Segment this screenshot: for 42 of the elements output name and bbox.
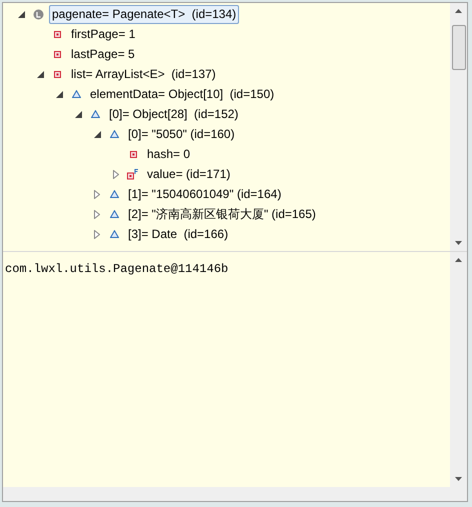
tree-item[interactable]: hash= 0 bbox=[144, 144, 194, 164]
field-triangle-icon bbox=[90, 110, 100, 118]
private-field-icon bbox=[130, 150, 136, 158]
tree-item[interactable]: [1]= "15040601049" (id=164) bbox=[125, 184, 284, 204]
private-field-icon bbox=[54, 30, 60, 38]
field-triangle-icon bbox=[72, 90, 80, 98]
tree-item[interactable]: [3]= Date (id=166) bbox=[125, 224, 232, 244]
scroll-up-icon[interactable] bbox=[455, 258, 462, 262]
tree-item[interactable]: value= (id=171) bbox=[144, 164, 234, 184]
field-triangle-icon bbox=[110, 130, 118, 138]
collapse-toggle-icon[interactable] bbox=[36, 70, 44, 78]
scrollbar-thumb[interactable] bbox=[452, 25, 466, 70]
collapse-toggle-icon[interactable] bbox=[18, 10, 24, 18]
expand-toggle-icon[interactable] bbox=[94, 210, 100, 218]
collapse-toggle-icon[interactable] bbox=[74, 110, 82, 118]
expand-toggle-icon[interactable] bbox=[94, 190, 100, 198]
collapse-toggle-icon[interactable] bbox=[94, 130, 100, 138]
vertical-scrollbar[interactable] bbox=[450, 252, 467, 487]
tree-item[interactable]: firstPage= 1 bbox=[68, 24, 138, 44]
vertical-scrollbar[interactable] bbox=[450, 3, 467, 251]
tree-item[interactable]: [2]= "济南高新区银荷大厦" (id=165) bbox=[125, 204, 319, 224]
scroll-down-icon[interactable] bbox=[455, 477, 462, 481]
final-field-icon bbox=[127, 168, 139, 180]
detail-text: com.lwxl.utils.Pagenate@114146b bbox=[5, 262, 228, 276]
scroll-up-icon[interactable] bbox=[455, 9, 462, 13]
tree-item[interactable]: [0]= Object[28] (id=152) bbox=[106, 104, 242, 124]
expand-toggle-icon[interactable] bbox=[113, 170, 119, 178]
tree-item[interactable]: list= ArrayList<E> (id=137) bbox=[68, 64, 219, 84]
field-triangle-icon bbox=[110, 210, 118, 218]
scroll-down-icon[interactable] bbox=[455, 241, 462, 245]
tree-item[interactable]: elementData= Object[10] (id=150) bbox=[87, 84, 278, 104]
field-triangle-icon bbox=[110, 190, 118, 198]
expand-toggle-icon[interactable] bbox=[94, 230, 100, 238]
collapse-toggle-icon[interactable] bbox=[56, 90, 62, 98]
tree-item[interactable]: lastPage= 5 bbox=[68, 44, 138, 64]
private-field-icon bbox=[54, 50, 60, 58]
local-variable-icon bbox=[32, 8, 44, 20]
private-field-icon bbox=[54, 70, 60, 78]
horizontal-scrollbar[interactable] bbox=[3, 487, 467, 501]
tree-item[interactable]: [0]= "5050" (id=160) bbox=[125, 124, 238, 144]
tree-item[interactable]: pagenate= Pagenate<T> (id=134) bbox=[49, 4, 240, 24]
field-triangle-icon bbox=[110, 230, 118, 238]
